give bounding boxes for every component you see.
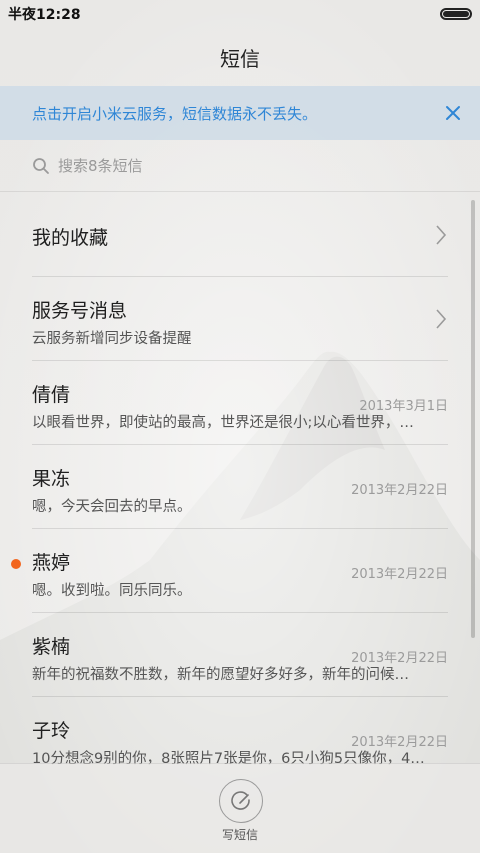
search-bar[interactable] [0,140,480,192]
status-bar: 半夜12:28 [0,0,480,28]
compose-icon [231,791,250,810]
list-item-favorites[interactable]: 我的收藏 [0,193,480,277]
battery-fill [443,11,469,17]
chevron-right-icon [436,309,447,329]
row-preview: 嗯，今天会回去的早点。 [32,499,192,515]
row-name: 紫楠 [32,636,71,658]
compose-button[interactable] [219,779,263,823]
scrollbar[interactable] [471,200,475,638]
search-icon [33,157,49,174]
compose-label: 写短信 [221,828,258,842]
list-item-conversation[interactable]: 倩倩 2013年3月1日 以眼看世界，即使站的最高，世界还是很小;以心看世界，… [0,361,480,445]
title-bar: 短信 [0,28,480,86]
list-item-conversation[interactable]: 燕婷 2013年2月22日 嗯。收到啦。同乐同乐。 [0,529,480,613]
close-icon[interactable] [440,100,466,126]
status-time: 半夜12:28 [8,7,81,23]
row-name: 服务号消息 [32,300,128,322]
bottom-bar: 写短信 [0,763,480,853]
list-item-conversation[interactable]: 果冻 2013年2月22日 嗯，今天会回去的早点。 [0,445,480,529]
list-item-service-messages[interactable]: 服务号消息 云服务新增同步设备提醒 [0,277,480,361]
search-input[interactable] [58,156,438,175]
row-name: 燕婷 [32,552,71,574]
cloud-service-banner[interactable]: 点击开启小米云服务，短信数据永不丢失。 [0,86,480,140]
chevron-right-icon [436,225,447,245]
row-name: 倩倩 [32,384,71,406]
row-preview: 新年的祝福数不胜数，新年的愿望好多好多，新年的问候… [32,667,409,683]
row-name: 子玲 [32,720,71,742]
row-preview: 嗯。收到啦。同乐同乐。 [32,583,192,599]
page-title: 短信 [220,46,260,71]
banner-text[interactable]: 点击开启小米云服务，短信数据永不丢失。 [32,103,317,124]
unread-dot [11,559,21,569]
list-item-conversation[interactable]: 紫楠 2013年2月22日 新年的祝福数不胜数，新年的愿望好多好多，新年的问候… [0,613,480,697]
row-name: 果冻 [32,468,71,490]
row-preview: 云服务新增同步设备提醒 [32,331,192,347]
row-name: 我的收藏 [32,227,109,249]
battery-icon [440,8,472,20]
row-preview: 以眼看世界，即使站的最高，世界还是很小;以心看世界，… [32,415,414,431]
conversation-list: 我的收藏 服务号消息 云服务新增同步设备提醒 倩倩 2013年3月1日 以眼看世… [0,193,480,781]
